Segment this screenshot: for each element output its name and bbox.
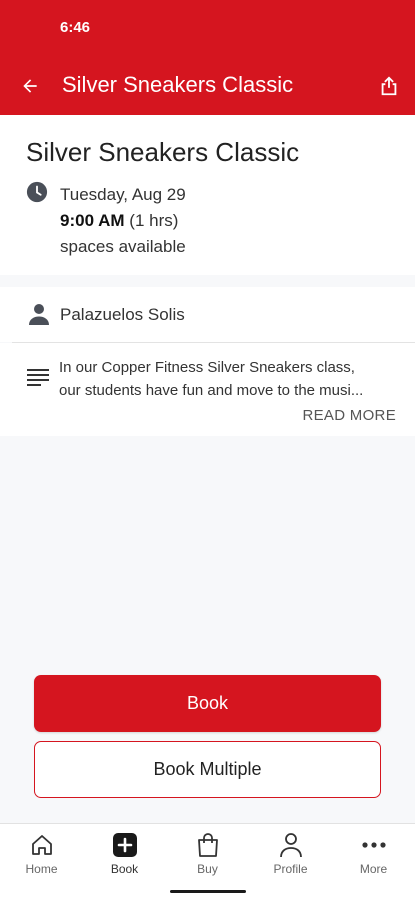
shopping-bag-icon bbox=[197, 833, 218, 857]
description-line: In our Copper Fitness Silver Sneakers cl… bbox=[59, 359, 355, 376]
class-date: Tuesday, Aug 29 bbox=[60, 185, 186, 204]
tab-label: Home bbox=[25, 862, 58, 876]
app-bar-title: Silver Sneakers Classic bbox=[62, 72, 294, 97]
tab-label: More bbox=[359, 862, 388, 876]
app-bar: 6:46 Silver Sneakers Classic bbox=[0, 0, 415, 115]
tab-more[interactable]: More bbox=[332, 832, 415, 882]
share-button[interactable] bbox=[375, 72, 403, 100]
tab-label: Profile bbox=[273, 862, 308, 876]
tab-label: Book bbox=[110, 862, 139, 876]
home-indicator bbox=[170, 890, 246, 893]
share-icon bbox=[381, 76, 397, 96]
back-button[interactable] bbox=[16, 72, 44, 100]
plus-square-icon bbox=[112, 833, 137, 857]
tab-label: Buy bbox=[197, 862, 218, 876]
class-time: 9:00 AM (1 hrs) bbox=[60, 211, 178, 231]
read-more-link[interactable]: READ MORE bbox=[302, 407, 396, 424]
book-button[interactable]: Book bbox=[34, 675, 381, 732]
person-outline-icon bbox=[279, 833, 302, 858]
person-icon bbox=[29, 304, 49, 325]
class-description: In our Copper Fitness Silver Sneakers cl… bbox=[59, 356, 394, 402]
description-line: our students have fun and move to the mu… bbox=[59, 382, 364, 399]
arrow-left-icon bbox=[23, 79, 37, 93]
book-multiple-button[interactable]: Book Multiple bbox=[34, 741, 381, 798]
more-dots-icon bbox=[361, 842, 386, 848]
home-icon bbox=[31, 835, 52, 855]
class-start-time: 9:00 AM bbox=[60, 211, 125, 230]
tab-home[interactable]: Home bbox=[0, 832, 83, 882]
tab-buy[interactable]: Buy bbox=[166, 832, 249, 882]
class-availability: spaces available bbox=[60, 237, 186, 256]
status-bar-time: 6:46 bbox=[60, 19, 91, 36]
instructor-name: Palazuelos Solis bbox=[60, 305, 185, 324]
clock-icon bbox=[26, 181, 48, 203]
class-title: Silver Sneakers Classic bbox=[26, 137, 300, 167]
notes-icon bbox=[27, 369, 49, 386]
class-duration: (1 hrs) bbox=[129, 211, 179, 230]
tab-book[interactable]: Book bbox=[83, 832, 166, 882]
tab-profile[interactable]: Profile bbox=[249, 832, 332, 882]
